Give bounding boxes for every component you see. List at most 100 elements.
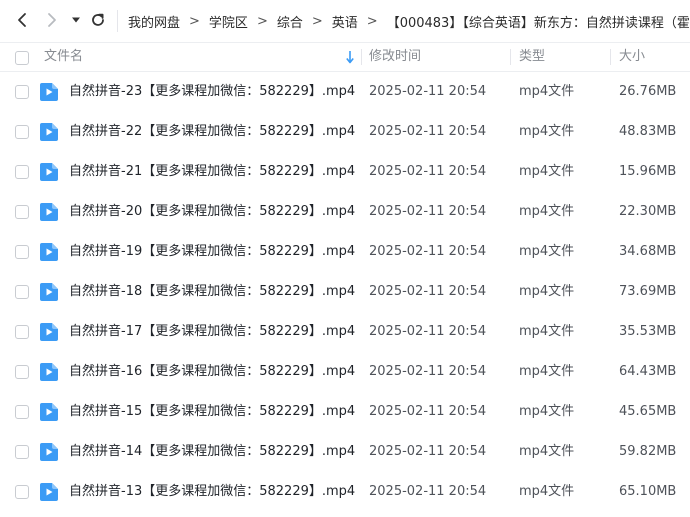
file-name[interactable]: 自然拼音-14【更多课程加微信：582229】.mp4 [69, 432, 355, 472]
file-type: mp4文件 [519, 284, 575, 299]
file-row[interactable]: 自然拼音-21【更多课程加微信：582229】.mp4 2025-02-11 2… [0, 152, 690, 192]
video-file-icon [40, 163, 58, 181]
video-file-icon [40, 243, 58, 261]
row-checkbox[interactable] [15, 325, 29, 339]
back-button[interactable] [10, 8, 34, 32]
forward-button[interactable] [40, 8, 64, 32]
column-divider[interactable] [361, 49, 362, 65]
file-name[interactable]: 自然拼音-22【更多课程加微信：582229】.mp4 [69, 112, 355, 152]
chevron-right-icon: > [311, 13, 323, 29]
chevron-right-icon: > [366, 13, 378, 29]
file-name[interactable]: 自然拼音-17【更多课程加微信：582229】.mp4 [69, 312, 355, 352]
file-name[interactable]: 自然拼音-23【更多课程加微信：582229】.mp4 [69, 72, 355, 112]
file-type: mp4文件 [519, 124, 575, 139]
file-size: 26.76MB [619, 84, 677, 99]
file-modified: 2025-02-11 20:54 [369, 124, 487, 139]
file-name[interactable]: 自然拼音-16【更多课程加微信：582229】.mp4 [69, 352, 355, 392]
file-row[interactable]: 自然拼音-20【更多课程加微信：582229】.mp4 2025-02-11 2… [0, 192, 690, 232]
file-row[interactable]: 自然拼音-13【更多课程加微信：582229】.mp4 2025-02-11 2… [0, 472, 690, 512]
file-type: mp4文件 [519, 364, 575, 379]
file-row[interactable]: 自然拼音-16【更多课程加微信：582229】.mp4 2025-02-11 2… [0, 352, 690, 392]
file-row[interactable]: 自然拼音-19【更多课程加微信：582229】.mp4 2025-02-11 2… [0, 232, 690, 272]
refresh-icon [92, 13, 104, 26]
chevron-left-icon [18, 13, 26, 27]
chevron-right-icon: > [256, 13, 268, 29]
column-header-modified[interactable]: 修改时间 [369, 43, 421, 71]
file-modified: 2025-02-11 20:54 [369, 324, 487, 339]
file-type: mp4文件 [519, 204, 575, 219]
file-modified: 2025-02-11 20:54 [369, 484, 487, 499]
file-modified: 2025-02-11 20:54 [369, 164, 487, 179]
file-size: 35.53MB [619, 324, 677, 339]
column-header-size[interactable]: 大小 [619, 43, 645, 71]
file-modified: 2025-02-11 20:54 [369, 404, 487, 419]
file-name[interactable]: 自然拼音-13【更多课程加微信：582229】.mp4 [69, 472, 355, 512]
file-size: 65.10MB [619, 484, 677, 499]
row-checkbox[interactable] [15, 85, 29, 99]
file-type: mp4文件 [519, 84, 575, 99]
file-type: mp4文件 [519, 324, 575, 339]
column-divider[interactable] [510, 49, 511, 65]
file-modified: 2025-02-11 20:54 [369, 364, 487, 379]
video-file-icon [40, 123, 58, 141]
file-name[interactable]: 自然拼音-18【更多课程加微信：582229】.mp4 [69, 272, 355, 312]
file-row[interactable]: 自然拼音-14【更多课程加微信：582229】.mp4 2025-02-11 2… [0, 432, 690, 472]
row-checkbox[interactable] [15, 445, 29, 459]
toolbar-divider [117, 10, 118, 32]
column-header-type[interactable]: 类型 [519, 43, 545, 71]
video-file-icon [40, 483, 58, 501]
top-navigation-bar: 我的网盘 > 学院区 > 综合 > 英语 > 【000483】【综合英语】新东方… [0, 0, 690, 42]
chevron-right-icon [48, 13, 56, 27]
row-checkbox[interactable] [15, 245, 29, 259]
file-row[interactable]: 自然拼音-23【更多课程加微信：582229】.mp4 2025-02-11 2… [0, 72, 690, 112]
refresh-button[interactable] [86, 8, 110, 32]
file-name[interactable]: 自然拼音-21【更多课程加微信：582229】.mp4 [69, 152, 355, 192]
file-size: 64.43MB [619, 364, 677, 379]
file-size: 22.30MB [619, 204, 677, 219]
chevron-right-icon: > [189, 13, 200, 29]
file-list-header: 文件名 修改时间 类型 大小 [0, 42, 690, 72]
file-row[interactable]: 自然拼音-18【更多课程加微信：582229】.mp4 2025-02-11 2… [0, 272, 690, 312]
history-dropdown-button[interactable] [66, 8, 86, 32]
row-checkbox[interactable] [15, 365, 29, 379]
file-row[interactable]: 自然拼音-22【更多课程加微信：582229】.mp4 2025-02-11 2… [0, 112, 690, 152]
row-checkbox[interactable] [15, 485, 29, 499]
video-file-icon [40, 283, 58, 301]
row-checkbox[interactable] [15, 285, 29, 299]
file-type: mp4文件 [519, 244, 575, 259]
file-modified: 2025-02-11 20:54 [369, 244, 487, 259]
video-file-icon [40, 443, 58, 461]
file-type: mp4文件 [519, 164, 575, 179]
file-type: mp4文件 [519, 404, 575, 419]
select-all-checkbox[interactable] [15, 51, 29, 65]
breadcrumb-item-current-folder[interactable]: 【000483】【综合英语】新东方：自然拼读课程（霍娜） [387, 12, 690, 31]
column-divider[interactable] [610, 49, 611, 65]
row-checkbox[interactable] [15, 125, 29, 139]
file-row[interactable]: 自然拼音-17【更多课程加微信：582229】.mp4 2025-02-11 2… [0, 312, 690, 352]
column-header-name[interactable]: 文件名 [44, 43, 83, 71]
row-checkbox[interactable] [15, 405, 29, 419]
video-file-icon [40, 363, 58, 381]
caret-down-icon [72, 17, 80, 23]
file-modified: 2025-02-11 20:54 [369, 284, 487, 299]
file-name[interactable]: 自然拼音-19【更多课程加微信：582229】.mp4 [69, 232, 355, 272]
breadcrumb-item-academy[interactable]: 学院区 [209, 12, 248, 31]
row-checkbox[interactable] [15, 205, 29, 219]
file-size: 59.82MB [619, 444, 677, 459]
file-size: 73.69MB [619, 284, 677, 299]
file-size: 45.65MB [619, 404, 677, 419]
file-row[interactable]: 自然拼音-15【更多课程加微信：582229】.mp4 2025-02-11 2… [0, 392, 690, 432]
breadcrumb-item-english[interactable]: 英语 [332, 12, 358, 31]
video-file-icon [40, 403, 58, 421]
video-file-icon [40, 83, 58, 101]
file-name[interactable]: 自然拼音-15【更多课程加微信：582229】.mp4 [69, 392, 355, 432]
file-modified: 2025-02-11 20:54 [369, 444, 487, 459]
sort-down-arrow-icon[interactable] [345, 43, 355, 71]
file-size: 15.96MB [619, 164, 677, 179]
breadcrumb-item-my-drive[interactable]: 我的网盘 [128, 12, 180, 31]
breadcrumb-item-general[interactable]: 综合 [277, 12, 303, 31]
file-size: 34.68MB [619, 244, 677, 259]
video-file-icon [40, 203, 58, 221]
file-name[interactable]: 自然拼音-20【更多课程加微信：582229】.mp4 [69, 192, 355, 232]
row-checkbox[interactable] [15, 165, 29, 179]
